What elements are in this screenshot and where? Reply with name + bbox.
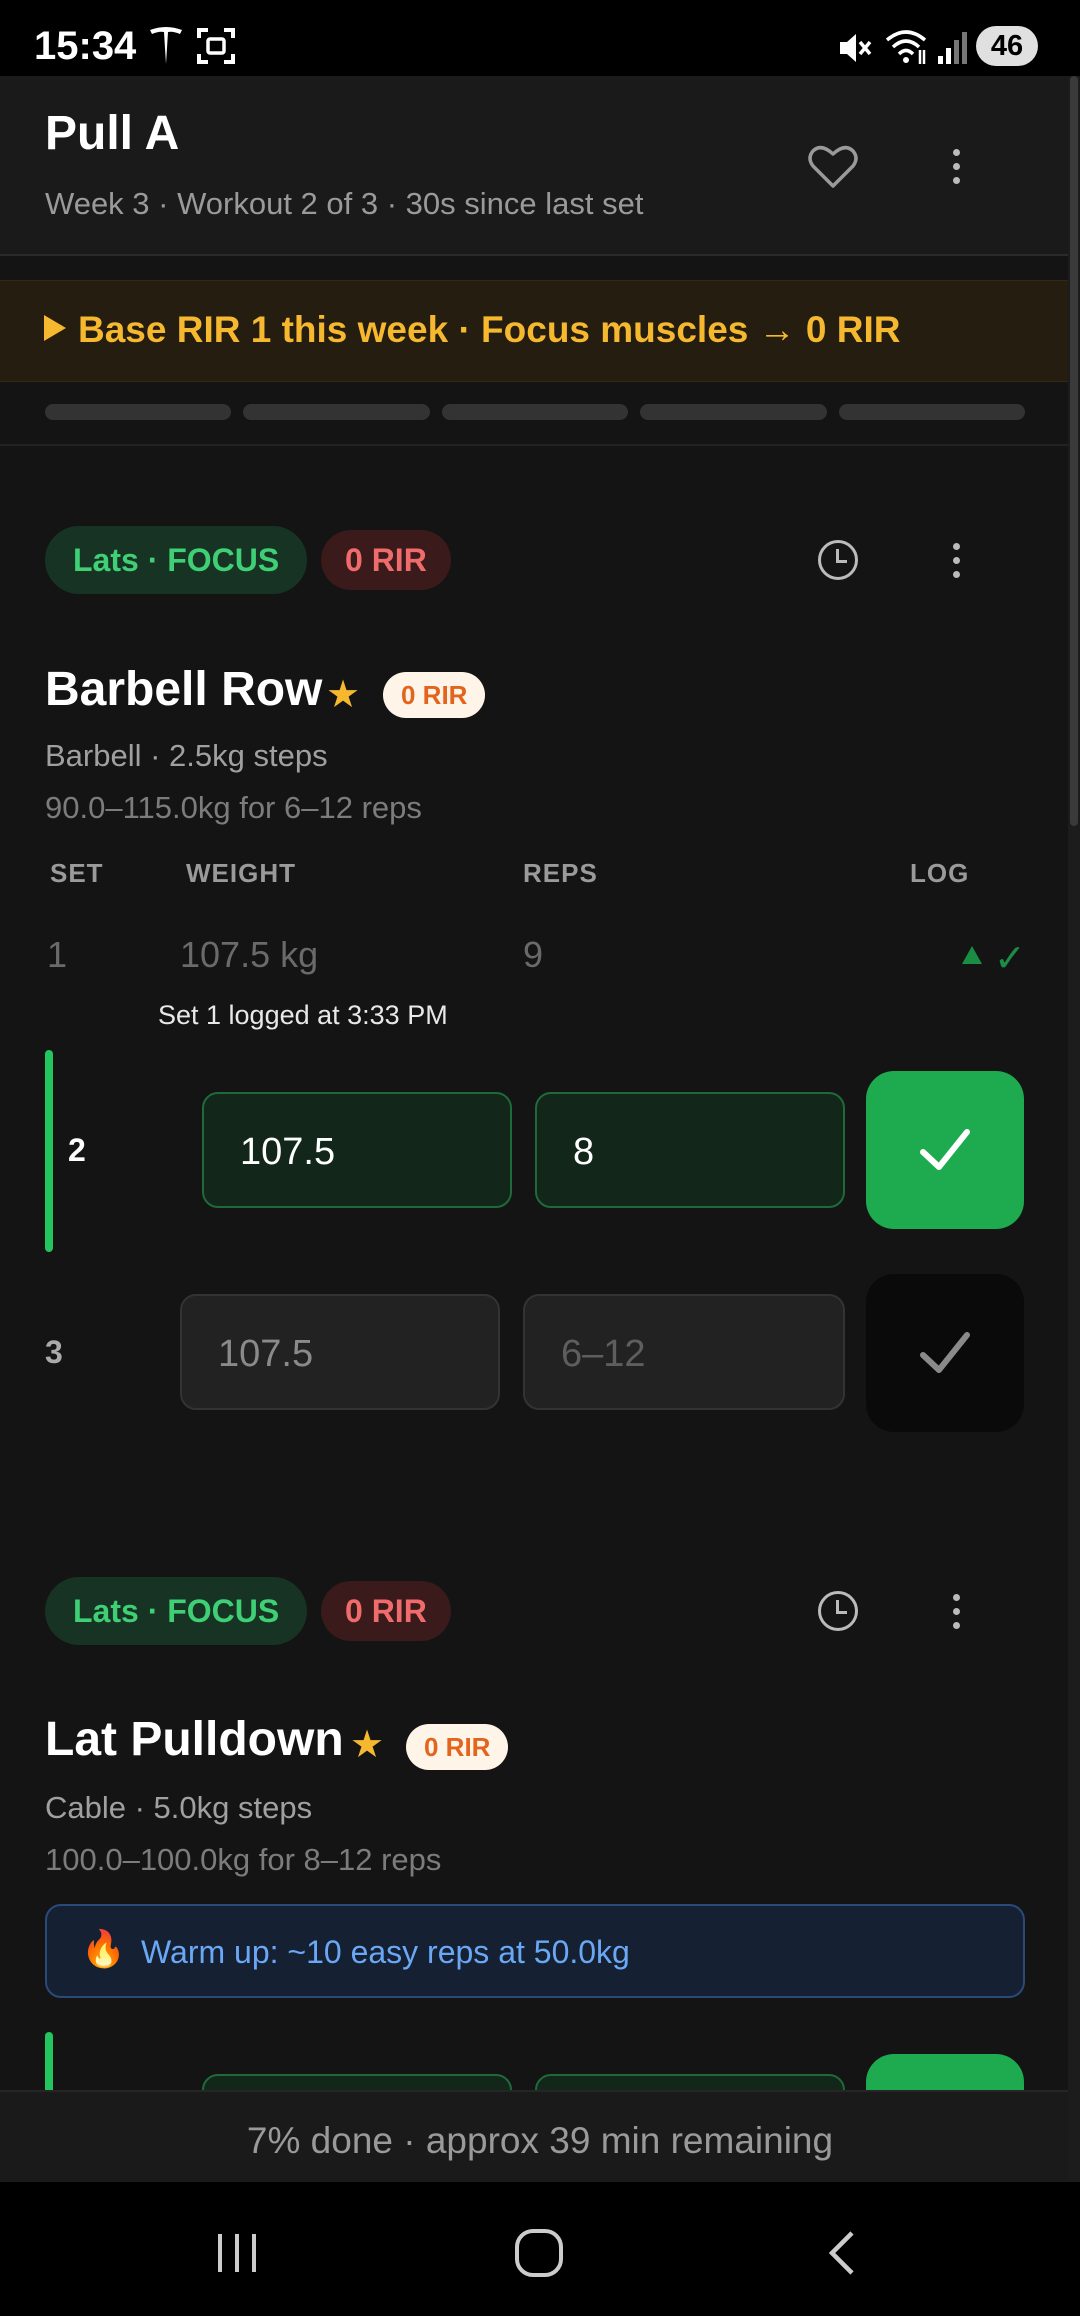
set-number: 1 bbox=[47, 934, 68, 975]
set-number: 3 bbox=[45, 1334, 63, 1370]
tesla-icon bbox=[150, 27, 182, 64]
expand-arrow-icon bbox=[44, 315, 66, 341]
clock-icon[interactable] bbox=[818, 1591, 858, 1631]
active-set-indicator bbox=[45, 2032, 53, 2090]
check-icon bbox=[920, 1129, 970, 1170]
more-icon[interactable] bbox=[936, 1583, 976, 1639]
reps-input[interactable]: 6–12 bbox=[523, 1294, 845, 1410]
exercise-name: Lat Pulldown bbox=[45, 1713, 344, 1766]
active-set-indicator bbox=[45, 1050, 53, 1252]
set-reps[interactable]: 9 bbox=[523, 934, 543, 976]
next-set-row bbox=[0, 2030, 1068, 2090]
column-header-set: SET bbox=[50, 858, 104, 888]
screenshot-icon bbox=[197, 28, 235, 64]
rir-banner[interactable]: Base RIR 1 this week · Focus muscles → 0… bbox=[0, 280, 1068, 382]
exercise-meta: Cable · 5.0kg steps bbox=[45, 1790, 313, 1825]
reps-input[interactable] bbox=[535, 2074, 845, 2090]
column-header-log: LOG bbox=[910, 858, 970, 888]
column-header-reps: REPS bbox=[523, 858, 598, 888]
rir-pill: 0 RIR bbox=[321, 530, 451, 590]
weight-input[interactable]: 107.5 bbox=[202, 1092, 512, 1208]
rir-badge: 0 RIR bbox=[383, 672, 486, 718]
column-header-weight: WEIGHT bbox=[186, 858, 296, 888]
back-button[interactable] bbox=[808, 2218, 878, 2288]
home-button[interactable] bbox=[504, 2218, 574, 2288]
divider bbox=[0, 444, 1068, 446]
set-logged-note: Set 1 logged at 3:33 PM bbox=[158, 1000, 448, 1030]
weight-input[interactable] bbox=[202, 2074, 512, 2090]
exercise-range: 90.0–115.0kg for 6–12 reps bbox=[45, 790, 422, 825]
recents-button[interactable] bbox=[202, 2218, 272, 2288]
log-set-button[interactable] bbox=[866, 2054, 1024, 2090]
star-icon: ★ bbox=[350, 1724, 385, 1766]
signal-icon bbox=[938, 32, 967, 64]
banner-text: Base RIR 1 this week · Focus muscles → 0… bbox=[78, 309, 901, 350]
heart-icon bbox=[808, 145, 858, 188]
set-weight[interactable]: 107.5 kg bbox=[180, 934, 318, 976]
battery-indicator: 46 bbox=[976, 26, 1038, 66]
back-icon bbox=[828, 2231, 854, 2275]
progress-segment bbox=[243, 404, 430, 420]
check-icon bbox=[920, 1332, 970, 1373]
progress-segment bbox=[441, 404, 629, 420]
more-icon[interactable] bbox=[936, 532, 976, 588]
muscle-focus-pill: Lats · FOCUS bbox=[45, 526, 308, 594]
home-icon bbox=[515, 2229, 563, 2277]
exercise-name: Barbell Row bbox=[45, 663, 323, 716]
progress-segments bbox=[45, 404, 1026, 420]
muscle-focus-pill: Lats · FOCUS bbox=[45, 1577, 308, 1645]
status-time: 15:34 bbox=[34, 24, 137, 68]
more-icon[interactable] bbox=[936, 138, 976, 194]
scrollbar[interactable] bbox=[1068, 76, 1080, 2182]
progress-segment bbox=[45, 404, 232, 420]
exercise-range: 100.0–100.0kg for 8–12 reps bbox=[45, 1842, 442, 1877]
log-set-button[interactable] bbox=[866, 1071, 1024, 1229]
warmup-text: Warm up: ~10 easy reps at 50.0kg bbox=[141, 1934, 630, 1970]
rir-badge: 0 RIR bbox=[406, 1724, 509, 1770]
clock-icon[interactable] bbox=[818, 540, 858, 580]
log-set-button[interactable] bbox=[866, 1274, 1024, 1432]
workout-header: Pull A Week 3 · Workout 2 of 3 · 30s sin… bbox=[0, 76, 1068, 256]
mute-icon bbox=[840, 34, 872, 62]
recents-icon bbox=[218, 2234, 256, 2272]
weight-input[interactable]: 107.5 bbox=[180, 1294, 500, 1410]
page-title: Pull A bbox=[45, 107, 180, 160]
status-bar: 15:34 46 bbox=[0, 0, 1080, 76]
rir-pill: 0 RIR bbox=[321, 1581, 451, 1641]
progress-footer: 7% done · approx 39 min remaining bbox=[0, 2090, 1080, 2182]
fire-icon: 🔥 bbox=[81, 1928, 126, 1969]
set-number: 2 bbox=[68, 1132, 86, 1168]
check-icon: ✓ bbox=[994, 938, 1026, 980]
exercise-meta: Barbell · 2.5kg steps bbox=[45, 738, 328, 773]
reps-input[interactable]: 8 bbox=[535, 1092, 845, 1208]
star-icon: ★ bbox=[326, 674, 361, 716]
warmup-hint: 🔥 Warm up: ~10 easy reps at 50.0kg bbox=[45, 1904, 1025, 1998]
scroll-thumb[interactable] bbox=[1070, 76, 1078, 826]
navigation-bar bbox=[0, 2182, 1080, 2316]
favorite-button[interactable] bbox=[805, 138, 861, 194]
workout-subtitle: Week 3 · Workout 2 of 3 · 30s since last… bbox=[45, 186, 644, 221]
progress-segment bbox=[838, 404, 1026, 420]
progress-up-icon bbox=[962, 946, 982, 964]
wifi-icon bbox=[885, 30, 927, 64]
progress-text: 7% done · approx 39 min remaining bbox=[246, 2120, 834, 2161]
progress-segment bbox=[640, 404, 827, 420]
